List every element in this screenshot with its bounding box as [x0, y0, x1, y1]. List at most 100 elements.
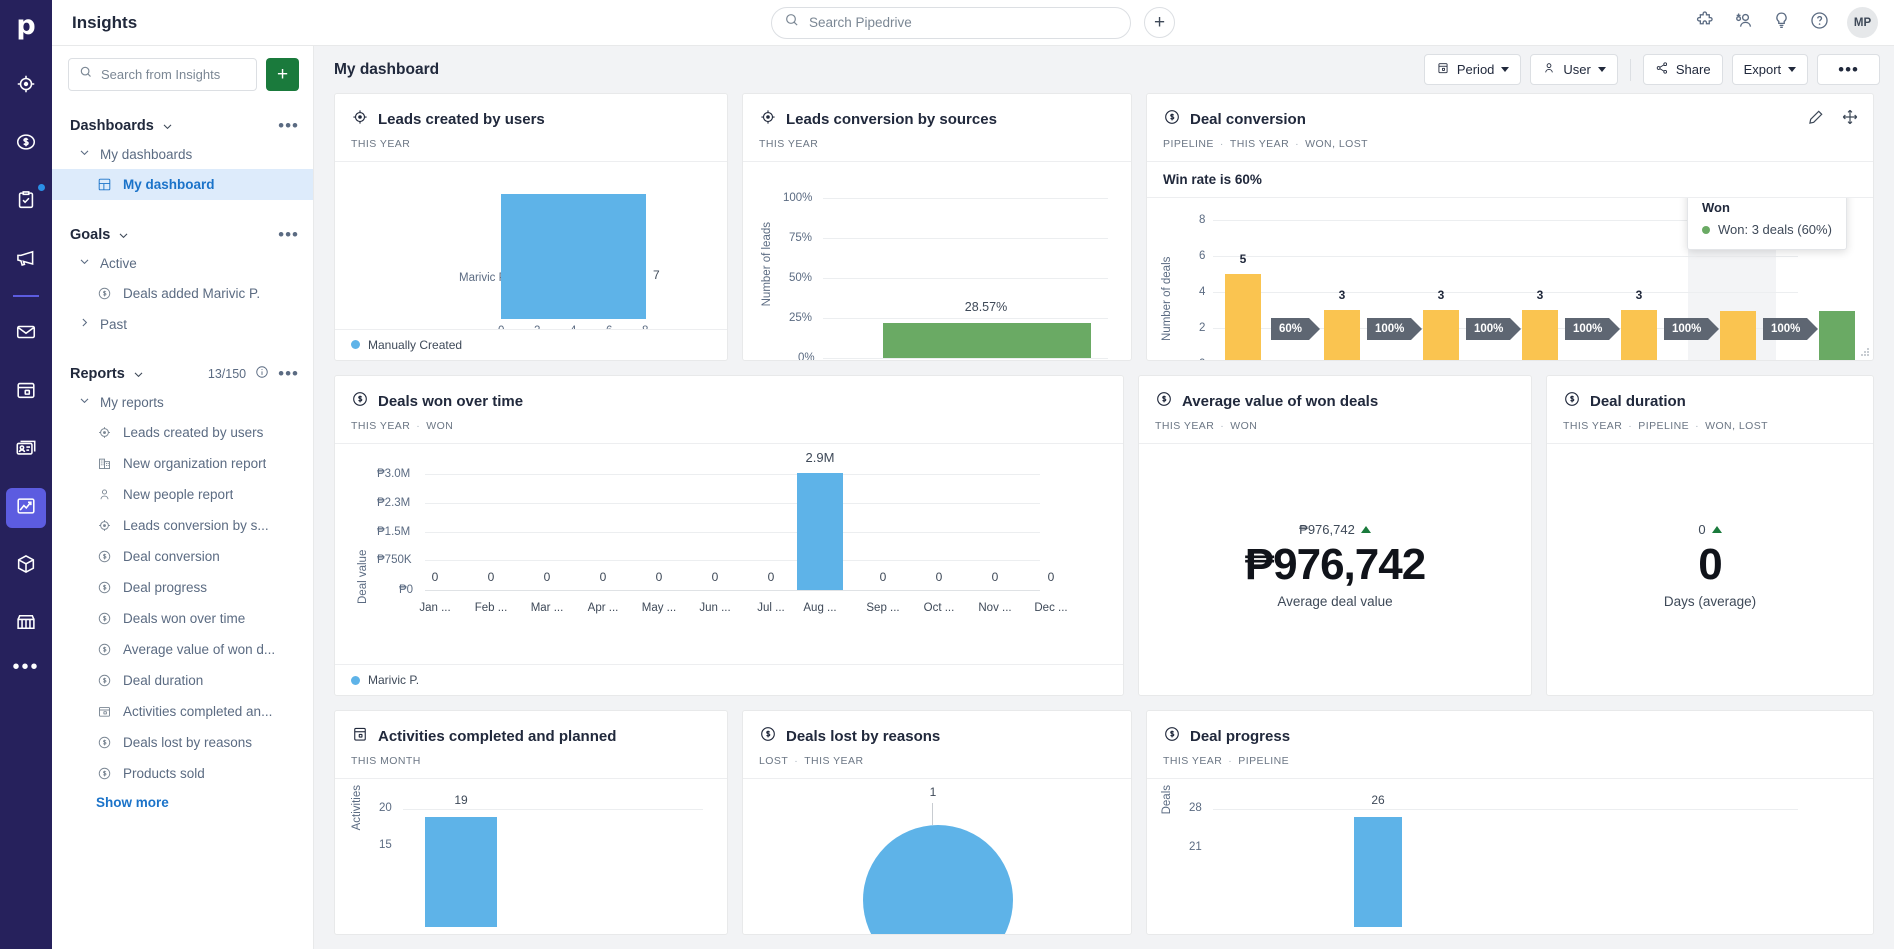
rail-item-insights[interactable] — [6, 488, 46, 528]
sidebar-section-goals[interactable]: Goals ••• — [52, 222, 313, 248]
lightbulb-icon[interactable] — [1771, 10, 1792, 36]
sidebar-item-leads-created-by-users[interactable]: Leads created by users — [52, 417, 313, 448]
sidebar-item-label: Activities completed an... — [123, 704, 273, 719]
rail-item-marketplace[interactable] — [6, 604, 46, 644]
card-activities-completed-and-planned[interactable]: Activities completed and planned THIS MO… — [334, 710, 728, 935]
sidebar-group-my-reports[interactable]: My reports — [52, 387, 313, 417]
export-button[interactable]: Export — [1731, 54, 1809, 85]
sidebar-search-box[interactable] — [68, 58, 257, 91]
search-icon — [784, 12, 800, 33]
sidebar-item-deal-duration[interactable]: Deal duration — [52, 665, 313, 696]
sidebar-group-my-dashboards[interactable]: My dashboards — [52, 139, 313, 169]
products-icon — [15, 553, 37, 580]
chevron-down-icon[interactable] — [117, 229, 130, 242]
bar-value-mar: 0 — [543, 569, 551, 584]
stage: Insights + MP — [52, 0, 1894, 949]
rail-item-deals[interactable] — [6, 124, 46, 164]
insights-sidebar: + Dashboards ••• My dashboards My dashbo… — [52, 46, 314, 949]
avatar[interactable]: MP — [1847, 7, 1878, 38]
add-user-icon[interactable] — [1733, 10, 1754, 36]
section-more-button[interactable]: ••• — [278, 226, 299, 243]
sidebar-item-leads-conversion-by-sources[interactable]: Leads conversion by s... — [52, 510, 313, 541]
puzzle-icon[interactable] — [1695, 10, 1716, 36]
tooltip-row: Won: 3 deals (60%) — [1702, 222, 1832, 237]
global-search-input[interactable] — [809, 15, 1118, 30]
card-title: Activities completed and planned — [378, 728, 617, 746]
sidebar-item-label: Deal progress — [123, 580, 208, 595]
contacts-icon — [15, 437, 37, 464]
bar-aug — [797, 472, 843, 590]
card-deal-conversion[interactable]: Deal conversion PIPELINE · THIS YEAR · W… — [1146, 93, 1874, 361]
share-button[interactable]: Share — [1642, 54, 1723, 85]
move-icon[interactable] — [1841, 108, 1859, 131]
sidebar-item-deal-progress[interactable]: Deal progress — [52, 572, 313, 603]
rail-item-calendar[interactable] — [6, 372, 46, 412]
rail-more-button[interactable]: ••• — [12, 657, 39, 677]
sidebar-section-reports[interactable]: Reports 13/150 ••• — [52, 361, 313, 387]
card-title: Deal progress — [1190, 728, 1291, 746]
card-title: Average value of won deals — [1182, 392, 1379, 410]
bar-activities — [425, 817, 497, 928]
card-header: Activities completed and planned THIS MO… — [335, 711, 727, 780]
section-more-button[interactable]: ••• — [278, 365, 299, 382]
card-deals-won-over-time[interactable]: Deals won over time THIS YEAR · WON Deal… — [334, 374, 1124, 697]
card-deals-lost-by-reasons[interactable]: Deals lost by reasons LOST · THIS YEAR 1 — [742, 710, 1132, 935]
sidebar-item-deal-conversion[interactable]: Deal conversion — [52, 541, 313, 572]
card-title: Deal conversion — [1190, 111, 1306, 128]
chevron-down-icon[interactable] — [161, 120, 174, 133]
sidebar-item-deals-lost-by-reasons[interactable]: Deals lost by reasons — [52, 727, 313, 758]
chart-leads-created: Marivic P. 7 0 2 4 6 8 Number of leads — [335, 162, 727, 329]
person-icon — [96, 486, 113, 503]
sidebar-item-deals-added[interactable]: Deals added Marivic P. — [52, 278, 313, 309]
card-deal-progress[interactable]: Deal progress THIS YEAR · PIPELINE Deals… — [1146, 710, 1874, 935]
rail-item-products[interactable] — [6, 546, 46, 586]
rail-item-mail[interactable] — [6, 314, 46, 354]
x-tick-0: 0 — [498, 325, 504, 329]
sidebar-item-products-sold[interactable]: Products sold — [52, 758, 313, 789]
sidebar-item-average-value-of-won-deals[interactable]: Average value of won d... — [52, 634, 313, 665]
info-icon[interactable] — [255, 365, 269, 384]
card-deal-duration[interactable]: Deal duration THIS YEAR · PIPELINE · WON… — [1546, 374, 1874, 697]
y-tick-750k: ₱750K — [377, 553, 412, 566]
chevron-down-icon[interactable] — [132, 368, 145, 381]
trend-up-icon — [1360, 526, 1371, 534]
global-search-box[interactable] — [771, 6, 1131, 39]
rail-item-activities[interactable] — [6, 182, 46, 222]
sidebar-item-activities-completed-and-planned[interactable]: Activities completed an... — [52, 696, 313, 727]
meta-period: THIS YEAR — [351, 138, 411, 150]
conversion-chip-6: 100% — [1763, 318, 1819, 340]
y-tick-100: 100% — [783, 192, 813, 204]
show-more-reports-button[interactable]: Show more — [52, 789, 313, 810]
user-filter-button[interactable]: User — [1530, 54, 1618, 85]
sidebar-item-my-dashboard[interactable]: My dashboard — [52, 169, 313, 200]
sidebar-group-past[interactable]: Past — [52, 309, 313, 339]
sidebar-item-new-people-report[interactable]: New people report — [52, 479, 313, 510]
sidebar-item-deals-won-over-time[interactable]: Deals won over time — [52, 603, 313, 634]
deal-icon — [96, 579, 113, 596]
help-icon[interactable] — [1809, 10, 1830, 36]
section-more-button[interactable]: ••• — [278, 117, 299, 134]
rail-item-contacts[interactable] — [6, 430, 46, 470]
resize-grip[interactable] — [1861, 347, 1870, 357]
chevron-down-icon — [78, 146, 91, 162]
dashboard-more-button[interactable]: ••• — [1817, 54, 1880, 85]
sidebar-section-dashboards[interactable]: Dashboards ••• — [52, 113, 313, 139]
x-label-aug: Aug ... — [803, 601, 837, 614]
sidebar-add-button[interactable]: + — [266, 58, 299, 91]
edit-icon[interactable] — [1807, 108, 1825, 131]
period-label: Period — [1456, 62, 1495, 77]
sidebar-search-input[interactable] — [101, 67, 246, 82]
meta-pipeline: PIPELINE — [1638, 419, 1690, 432]
rail-item-leads[interactable] — [6, 66, 46, 106]
card-leads-created-by-users[interactable]: Leads created by users THIS YEAR Marivic… — [334, 93, 728, 361]
meta-period: THIS YEAR — [1163, 755, 1223, 768]
card-average-value-of-won-deals[interactable]: Average value of won deals THIS YEAR · W… — [1138, 374, 1532, 697]
quick-add-button[interactable]: + — [1144, 7, 1175, 38]
rail-item-campaigns[interactable] — [6, 240, 46, 280]
sidebar-group-active[interactable]: Active — [52, 248, 313, 278]
sidebar-item-new-organization-report[interactable]: New organization report — [52, 448, 313, 479]
period-filter-button[interactable]: Period — [1423, 54, 1522, 85]
card-leads-conversion-by-sources[interactable]: Leads conversion by sources THIS YEAR Nu… — [742, 93, 1132, 361]
deal-icon — [96, 672, 113, 689]
meta-period: THIS YEAR — [1155, 419, 1215, 432]
